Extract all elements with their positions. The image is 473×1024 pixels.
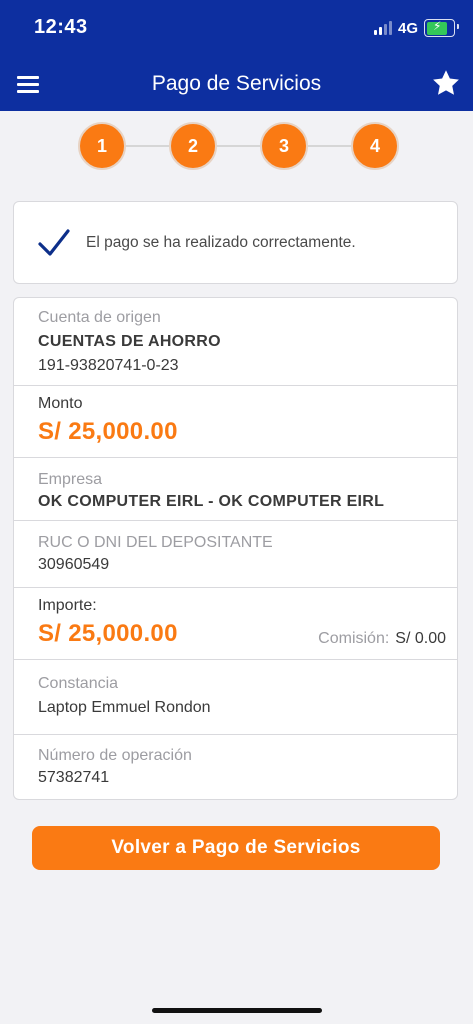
total-label: Importe: <box>38 597 97 614</box>
step-2: 2 <box>169 122 217 170</box>
divider <box>14 734 457 735</box>
operation-section: Número de operación 57382741 <box>14 747 457 787</box>
receipt-value: Laptop Emmuel Rondon <box>38 699 211 716</box>
divider <box>14 587 457 588</box>
step-connector <box>122 145 169 147</box>
depositor-value: 30960549 <box>38 556 110 573</box>
company-label: Empresa <box>38 471 103 488</box>
total-section: Importe: S/ 25,000.00 Comisión: S/ 0.00 <box>14 597 457 657</box>
battery-icon: ⚡ <box>424 19 459 37</box>
signal-icon <box>373 21 392 35</box>
receipt-label: Constancia <box>38 675 119 692</box>
star-favorite-icon[interactable] <box>431 68 461 98</box>
progress-stepper: 1 2 3 4 <box>78 122 399 170</box>
success-card: El pago se ha realizado correctamente. <box>13 201 458 284</box>
step-1: 1 <box>78 122 126 170</box>
divider <box>14 385 457 386</box>
company-section: Empresa OK COMPUTER EIRL - OK COMPUTER E… <box>14 471 457 511</box>
divider <box>14 457 457 458</box>
amount-section: Monto S/ 25,000.00 <box>14 395 457 446</box>
network-type: 4G <box>397 19 418 37</box>
operation-value: 57382741 <box>38 769 110 786</box>
step-connector <box>213 145 260 147</box>
payment-details-card: Cuenta de origen CUENTAS DE AHORRO 191-9… <box>13 297 458 800</box>
origin-account-label: Cuenta de origen <box>38 309 161 326</box>
status-icons: 4G ⚡ <box>373 19 459 37</box>
account-type: CUENTAS DE AHORRO <box>38 333 221 350</box>
commission: Comisión: S/ 0.00 <box>318 630 446 648</box>
commission-value: S/ 0.00 <box>395 630 446 647</box>
step-3: 3 <box>260 122 308 170</box>
origin-account-section: Cuenta de origen CUENTAS DE AHORRO 191-9… <box>14 309 457 375</box>
checkmark-icon <box>38 229 70 256</box>
page-title: Pago de Servicios <box>151 72 322 95</box>
depositor-label: RUC O DNI DEL DEPOSITANTE <box>38 534 273 551</box>
account-number: 191-93820741-0-23 <box>38 357 179 374</box>
divider <box>14 520 457 521</box>
top-bar: 12:43 4G ⚡ Pago de Servicios <box>0 0 473 111</box>
nav-bar: Pago de Servicios <box>0 60 473 108</box>
divider <box>14 659 457 660</box>
step-4: 4 <box>351 122 399 170</box>
company-value: OK COMPUTER EIRL - OK COMPUTER EIRL <box>38 493 385 510</box>
depositor-section: RUC O DNI DEL DEPOSITANTE 30960549 <box>14 534 457 574</box>
status-time: 12:43 <box>34 16 88 38</box>
amount-value: S/ 25,000.00 <box>38 418 178 445</box>
operation-label: Número de operación <box>38 747 192 764</box>
amount-label: Monto <box>38 395 83 412</box>
commission-label: Comisión: <box>318 630 390 647</box>
home-indicator[interactable] <box>152 1008 322 1013</box>
receipt-section: Constancia Laptop Emmuel Rondon <box>14 675 457 717</box>
success-message: El pago se ha realizado correctamente. <box>86 234 356 251</box>
back-to-payments-button[interactable]: Volver a Pago de Servicios <box>32 826 440 870</box>
step-connector <box>304 145 351 147</box>
